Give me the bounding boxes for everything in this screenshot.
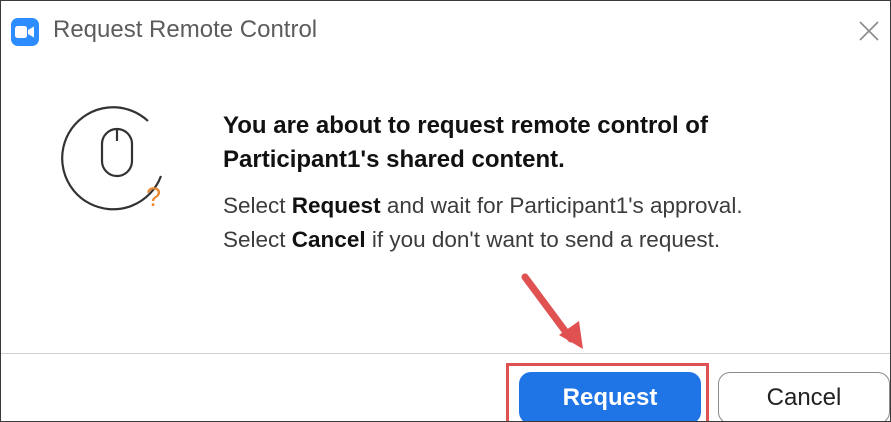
instruction-line-request: Select Request and wait for Participant1…: [223, 193, 743, 218]
close-button[interactable]: [853, 15, 885, 47]
title-bar: Request Remote Control: [1, 1, 890, 61]
svg-text:?: ?: [146, 182, 161, 212]
instruction-line-cancel: Select Cancel if you don't want to send …: [223, 227, 721, 252]
window-title: Request Remote Control: [53, 16, 318, 43]
zoom-camera-icon: [11, 18, 39, 46]
heading-line-1: You are about to request remote control …: [223, 112, 708, 139]
close-icon: [859, 21, 879, 41]
dialog-content: ? You are about to request remote contro…: [1, 61, 890, 353]
request-button[interactable]: Request: [519, 372, 701, 421]
request-remote-control-dialog: Request Remote Control ? You are about t…: [0, 0, 891, 422]
cancel-button[interactable]: Cancel: [718, 372, 890, 421]
mouse-question-icon: ?: [61, 106, 163, 212]
dialog-heading: You are about to request remote control …: [223, 109, 863, 177]
dialog-instructions: Select Request and wait for Participant1…: [223, 189, 883, 257]
red-arrow-icon: [521, 273, 583, 349]
heading-line-2: Participant1's shared content.: [223, 146, 565, 173]
